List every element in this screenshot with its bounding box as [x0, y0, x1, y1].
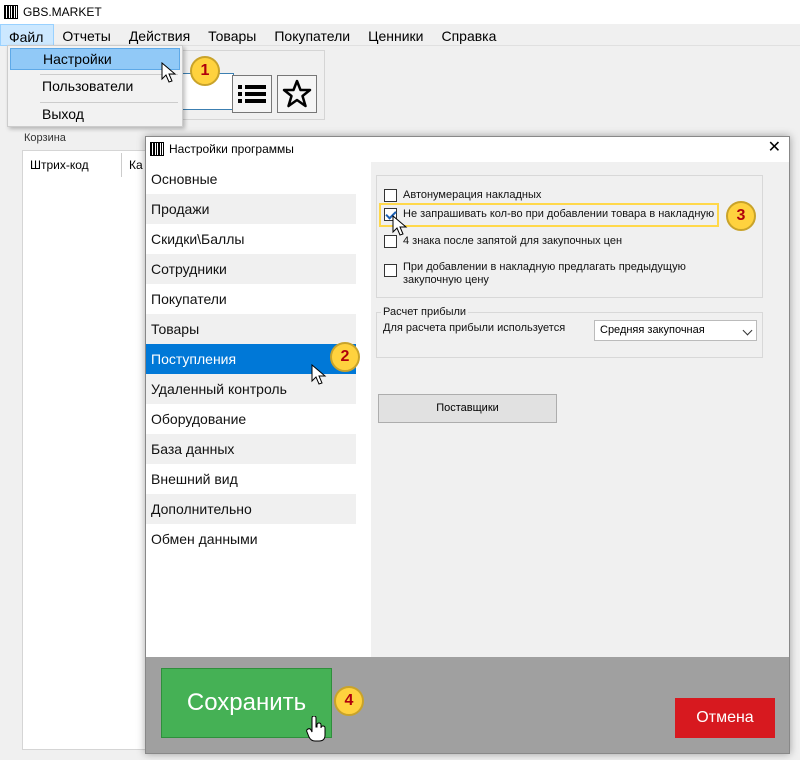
favorites-button[interactable]: [277, 75, 317, 113]
four-digits-label: 4 знака после запятой для закупочных цен: [403, 235, 623, 247]
step-badge-1: 1: [190, 56, 220, 86]
chevron-down-icon: [742, 325, 753, 336]
mouse-pointer-icon: [161, 62, 177, 83]
hand-pointer-icon: [306, 716, 326, 742]
option-suggest-prev-price[interactable]: При добавлении в накладную предлагать пр…: [384, 261, 714, 287]
cancel-button[interactable]: Отмена: [675, 698, 775, 738]
profit-method-select[interactable]: Средняя закупочная: [594, 320, 757, 341]
option-no-qty-prompt[interactable]: Не запрашивать кол-во при добавлении тов…: [384, 208, 714, 221]
suggest-prev-price-checkbox[interactable]: [384, 264, 397, 277]
profit-group-label: Расчет прибыли: [381, 306, 469, 318]
nav-item-main[interactable]: Основные: [146, 164, 356, 194]
nav-item-discounts[interactable]: Скидки\Баллы: [146, 224, 356, 254]
settings-nav: Основные Продажи Скидки\Баллы Сотрудники…: [146, 162, 371, 657]
profit-method-value: Средняя закупочная: [600, 324, 705, 336]
auto-numbering-checkbox[interactable]: [384, 189, 397, 202]
menu-help[interactable]: Справка: [433, 24, 506, 46]
nav-item-employees[interactable]: Сотрудники: [146, 254, 356, 284]
settings-dialog: Настройки программы ✕ Основные Продажи С…: [145, 136, 790, 754]
cart-label: Корзина: [24, 132, 66, 144]
menu-goods[interactable]: Товары: [200, 24, 266, 46]
barcode-logo-icon: [150, 142, 164, 156]
nav-item-data-exchange[interactable]: Обмен данными: [146, 524, 356, 554]
profit-field-label: Для расчета прибыли используется: [381, 322, 568, 334]
menu-customers[interactable]: Покупатели: [266, 24, 360, 46]
nav-item-appearance[interactable]: Внешний вид: [146, 464, 356, 494]
star-icon: [282, 79, 312, 108]
cart-column-barcode[interactable]: Штрих-код: [30, 158, 89, 172]
dialog-title: Настройки программы: [169, 142, 294, 156]
suppliers-button[interactable]: Поставщики: [378, 394, 557, 423]
menu-item-settings[interactable]: Настройки: [10, 48, 180, 70]
list-icon: [238, 85, 266, 103]
step-badge-2: 2: [330, 342, 360, 372]
auto-numbering-label: Автонумерация накладных: [403, 189, 542, 201]
menu-separator: [40, 74, 178, 75]
main-titlebar: GBS.MARKET: [0, 0, 800, 24]
nav-item-sales[interactable]: Продажи: [146, 194, 356, 224]
dialog-footer: Сохранить Отмена: [146, 657, 789, 753]
nav-item-goods[interactable]: Товары: [146, 314, 356, 344]
settings-content: Автонумерация накладных Не запрашивать к…: [371, 162, 789, 657]
nav-item-additional[interactable]: Дополнительно: [146, 494, 356, 524]
step-badge-4: 4: [334, 686, 364, 716]
dialog-titlebar: Настройки программы: [146, 137, 789, 161]
no-qty-prompt-label: Не запрашивать кол-во при добавлении тов…: [403, 208, 715, 220]
menu-reports[interactable]: Отчеты: [54, 24, 120, 46]
menu-actions[interactable]: Действия: [121, 24, 200, 46]
step-badge-3: 3: [726, 201, 756, 231]
close-icon[interactable]: ✕: [768, 140, 781, 156]
app-title: GBS.MARKET: [23, 5, 102, 19]
mouse-pointer-icon: [392, 215, 408, 236]
column-divider: [121, 153, 122, 177]
file-dropdown-menu: Настройки Пользователи Выход: [7, 45, 183, 127]
option-four-digits[interactable]: 4 знака после запятой для закупочных цен: [384, 235, 622, 248]
menu-price-tags[interactable]: Ценники: [360, 24, 433, 46]
menu-item-users[interactable]: Пользователи: [10, 76, 180, 98]
nav-item-equipment[interactable]: Оборудование: [146, 404, 356, 434]
menubar: Файл Отчеты Действия Товары Покупатели Ц…: [0, 24, 800, 46]
menu-item-exit[interactable]: Выход: [10, 104, 180, 126]
menu-separator: [40, 102, 178, 103]
cart-column-partial[interactable]: Ка: [129, 158, 143, 172]
nav-item-customers[interactable]: Покупатели: [146, 284, 356, 314]
barcode-logo-icon: [4, 5, 18, 19]
nav-item-database[interactable]: База данных: [146, 434, 356, 464]
mouse-pointer-icon: [311, 364, 327, 385]
list-button[interactable]: [232, 75, 272, 113]
option-auto-numbering[interactable]: Автонумерация накладных: [384, 189, 541, 202]
menu-file[interactable]: Файл: [0, 24, 55, 46]
suggest-prev-price-label: При добавлении в накладную предлагать пр…: [403, 261, 686, 286]
